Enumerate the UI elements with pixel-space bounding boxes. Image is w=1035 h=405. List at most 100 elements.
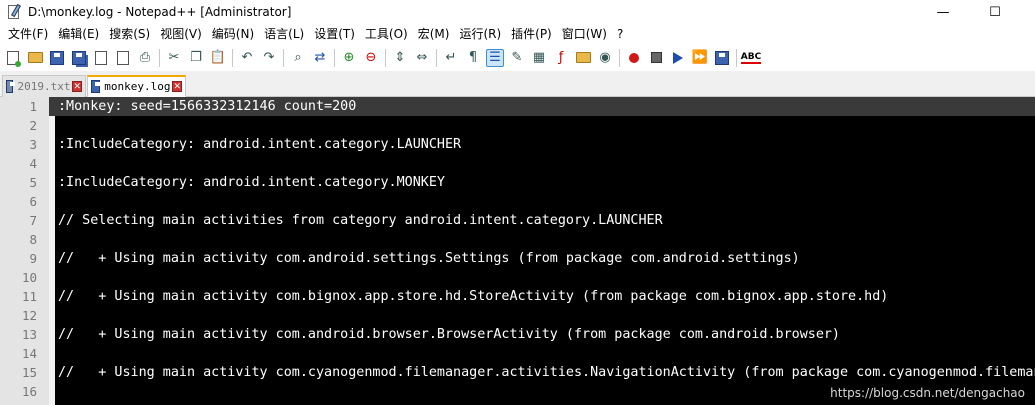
function-list-button[interactable]: ƒ <box>552 49 570 67</box>
menu-language[interactable]: 语言(L) <box>259 24 309 44</box>
play-macro-button[interactable] <box>669 49 687 67</box>
line-number: 16 <box>21 384 37 399</box>
find-button[interactable]: ⌕ <box>289 49 307 67</box>
folder-workspace-button[interactable] <box>574 49 592 67</box>
editor-line[interactable]: 15 // + Using main activity com.cyanogenm… <box>0 363 1035 382</box>
minimize-button[interactable]: — <box>920 0 966 24</box>
editor-line[interactable]: 1 :Monkey: seed=1566332312146 count=200 <box>0 97 1035 116</box>
save-disk-icon <box>50 50 64 65</box>
save-macro-button[interactable] <box>713 49 731 67</box>
menu-macro[interactable]: 宏(M) <box>413 24 455 44</box>
editor-line[interactable]: 14 <box>0 344 1035 363</box>
toolbar-separator <box>334 48 335 67</box>
sync-vertical-button[interactable]: ⇕ <box>391 49 409 67</box>
record-macro-button[interactable] <box>625 49 643 67</box>
redo-button[interactable]: ↷ <box>260 49 278 67</box>
line-number: 8 <box>29 232 37 247</box>
copy-icon: ❐ <box>190 50 202 65</box>
spell-check-icon: ABC <box>740 51 762 64</box>
menu-run[interactable]: 运行(R) <box>454 24 506 44</box>
editor-line[interactable]: 7 // Selecting main activities from categ… <box>0 211 1035 230</box>
notepad-app-icon[interactable] <box>6 3 22 20</box>
menu-settings[interactable]: 设置(T) <box>309 24 360 44</box>
editor-line[interactable]: 6 <box>0 192 1035 211</box>
user-language-button[interactable]: ✎ <box>508 49 526 67</box>
binoculars-icon: ⌕ <box>294 50 302 65</box>
stop-macro-button[interactable] <box>647 49 665 67</box>
editor-line[interactable]: 10 <box>0 268 1035 287</box>
line-text[interactable]: :Monkey: seed=1566332312146 count=200 <box>58 97 356 116</box>
maximize-button[interactable]: ☐ <box>972 0 1018 24</box>
document-map-icon: ▦ <box>532 50 546 65</box>
menu-file[interactable]: 文件(F) <box>3 24 53 44</box>
new-file-button[interactable] <box>4 49 22 67</box>
line-text[interactable]: // + Using main activity com.android.set… <box>58 249 800 268</box>
menu-search[interactable]: 搜索(S) <box>104 24 155 44</box>
sync-vertical-icon: ⇕ <box>394 50 406 65</box>
save-button[interactable] <box>48 49 66 67</box>
line-text[interactable]: // Selecting main activities from catego… <box>58 211 663 230</box>
line-text[interactable]: // + Using main activity com.android.bro… <box>58 325 840 344</box>
editor[interactable]: 1:Monkey: seed=1566332312146 count=200 2 3… <box>0 97 1035 405</box>
save-all-icon <box>72 50 86 65</box>
tab-close-icon[interactable]: ✕ <box>172 81 182 92</box>
editor-line[interactable]: 3 :IncludeCategory: android.intent.catego… <box>0 135 1035 154</box>
line-text[interactable]: :IncludeCategory: android.intent.categor… <box>58 135 461 154</box>
editor-line[interactable]: 12 <box>0 306 1035 325</box>
tab-close-icon[interactable]: ✕ <box>72 81 82 92</box>
menu-help[interactable]: ? <box>612 24 628 44</box>
document-map-button[interactable]: ▦ <box>530 49 548 67</box>
tab-monkey-log[interactable]: monkey.log ✕ <box>87 75 186 97</box>
record-icon <box>629 52 639 63</box>
line-text[interactable]: // + Using main activity com.cyanogenmod… <box>58 363 1035 382</box>
tab-label: monkey.log <box>104 80 171 93</box>
line-number: 4 <box>29 156 37 171</box>
save-all-button[interactable] <box>70 49 88 67</box>
menu-view[interactable]: 视图(V) <box>155 24 207 44</box>
monitoring-button[interactable]: ◉ <box>596 49 614 67</box>
show-all-chars-button[interactable]: ¶ <box>464 49 482 67</box>
line-number: 9 <box>29 251 37 266</box>
play-icon <box>673 51 683 64</box>
menu-encoding[interactable]: 编码(N) <box>207 24 259 44</box>
toolbar-separator <box>619 48 620 67</box>
copy-button[interactable]: ❐ <box>187 49 205 67</box>
menu-edit[interactable]: 编辑(E) <box>53 24 104 44</box>
menu-tools[interactable]: 工具(O) <box>360 24 413 44</box>
editor-line[interactable]: 2 <box>0 116 1035 135</box>
editor-line[interactable]: 9 // + Using main activity com.android.se… <box>0 249 1035 268</box>
tab-2019-txt[interactable]: 2019.txt ✕ <box>2 75 86 97</box>
line-text[interactable]: :IncludeCategory: android.intent.categor… <box>58 173 445 192</box>
zoom-in-button[interactable]: ⊕ <box>340 49 358 67</box>
replace-button[interactable]: ⇄ <box>311 49 329 67</box>
toolbar-separator <box>159 48 160 67</box>
editor-line[interactable]: 13 // + Using main activity com.android.b… <box>0 325 1035 344</box>
close-all-button[interactable] <box>114 49 132 67</box>
sync-horizontal-button[interactable]: ⇔ <box>413 49 431 67</box>
line-number: 1 <box>0 97 49 116</box>
word-wrap-button[interactable]: ↵ <box>442 49 460 67</box>
editor-line[interactable]: 8 <box>0 230 1035 249</box>
print-button[interactable]: ⎙ <box>136 49 154 67</box>
paste-icon: 📋 <box>209 50 227 65</box>
editor-line[interactable]: 5:IncludeCategory: android.intent.catego… <box>0 173 1035 192</box>
indent-guide-button[interactable]: ☰ <box>486 48 504 67</box>
editor-line[interactable]: 11 // + Using main activity com.bignox.ap… <box>0 287 1035 306</box>
cut-button[interactable]: ✂ <box>165 49 183 67</box>
line-number: 3 <box>29 137 37 152</box>
menu-window[interactable]: 窗口(W) <box>557 24 612 44</box>
paste-button[interactable]: 📋 <box>209 49 227 67</box>
undo-button[interactable]: ↶ <box>238 49 256 67</box>
open-file-button[interactable] <box>26 49 44 67</box>
zoom-out-button[interactable]: ⊖ <box>362 49 380 67</box>
menu-plugins[interactable]: 插件(P) <box>506 24 557 44</box>
line-number: 13 <box>21 327 37 342</box>
menu-bar: 文件(F) 编辑(E) 搜索(S) 视图(V) 编码(N) 语言(L) 设置(T… <box>0 24 1035 44</box>
line-text[interactable]: // + Using main activity com.bignox.app.… <box>58 287 888 306</box>
spell-check-button[interactable]: ABC <box>740 49 762 67</box>
toolbar-separator <box>283 48 284 67</box>
play-macro-multiple-button[interactable]: ⏩ <box>691 49 709 67</box>
editor-line[interactable]: 4 <box>0 154 1035 173</box>
stop-icon <box>650 52 662 63</box>
close-button[interactable] <box>92 49 110 67</box>
